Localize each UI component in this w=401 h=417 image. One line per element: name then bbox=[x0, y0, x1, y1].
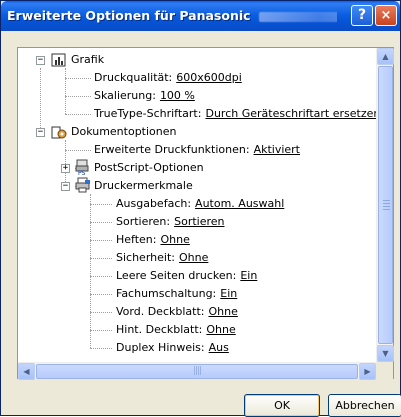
setting-value-link[interactable]: Sortieren bbox=[174, 213, 224, 231]
postscript-icon: PS bbox=[75, 159, 91, 177]
setting-label: TrueType-Schriftart: bbox=[94, 107, 202, 120]
grip-line bbox=[383, 209, 390, 210]
collapse-grafik-expander[interactable]: − bbox=[36, 56, 45, 65]
scroll-left-button[interactable]: ◀ bbox=[18, 363, 35, 380]
setting-value-link[interactable]: Ohne bbox=[208, 303, 237, 321]
druckermerkmale-label: Druckermerkmale bbox=[94, 179, 193, 192]
setting-label: Vord. Deckblatt: bbox=[116, 305, 205, 318]
setting-label: Erweiterte Druckfunktionen: bbox=[94, 143, 250, 156]
grip-line bbox=[383, 200, 390, 201]
tree-line bbox=[90, 258, 112, 259]
setting-value-link[interactable]: Autom. Auswahl bbox=[195, 195, 284, 213]
setting-value-link[interactable]: Ohne bbox=[206, 321, 235, 339]
tree-line bbox=[65, 150, 91, 151]
tree-item-postscript-optionen[interactable]: PostScript-Optionen bbox=[94, 159, 204, 177]
grip-line bbox=[383, 206, 390, 207]
collapse-druckermerkmale-expander[interactable]: − bbox=[61, 182, 70, 191]
setting-value-link[interactable]: Aktiviert bbox=[254, 141, 300, 159]
title-bar[interactable]: Erweiterte Optionen für Panasonic ? × bbox=[1, 1, 400, 31]
scroll-right-button[interactable]: ▶ bbox=[359, 363, 376, 380]
setting-label: Fachumschaltung: bbox=[116, 287, 217, 300]
tree-line bbox=[90, 330, 112, 331]
tree-item-skalierung[interactable]: Skalierung: 100 % bbox=[94, 87, 195, 105]
dokumentoptionen-label: Dokumentoptionen bbox=[71, 125, 177, 138]
tree-line bbox=[65, 68, 66, 114]
collapse-dokumentoptionen-expander[interactable]: − bbox=[36, 128, 45, 137]
scroll-down-button[interactable]: ▼ bbox=[377, 345, 394, 362]
setting-label: Ausgabefach: bbox=[116, 197, 192, 210]
setting-label: Heften: bbox=[116, 233, 157, 246]
grafik-label: Grafik bbox=[71, 53, 105, 66]
tree-line bbox=[90, 204, 112, 205]
tree-item-erweiterte-druckfunktionen[interactable]: Erweiterte Druckfunktionen: Aktiviert bbox=[94, 141, 300, 159]
tree-line bbox=[90, 348, 112, 349]
window-title-text: Erweiterte Optionen für Panasonic bbox=[7, 8, 251, 23]
tree-item-heften[interactable]: Heften: Ohne bbox=[116, 231, 190, 249]
tree-line bbox=[65, 78, 91, 79]
printer-features-icon bbox=[75, 177, 91, 193]
tree-item-sortieren[interactable]: Sortieren: Sortieren bbox=[116, 213, 225, 231]
tree-line bbox=[90, 276, 112, 277]
tree-item-druckermerkmale[interactable]: Druckermerkmale bbox=[94, 177, 193, 195]
window-title: Erweiterte Optionen für Panasonic bbox=[7, 8, 337, 24]
tree-line bbox=[40, 68, 41, 130]
tree-item-hint-deckblatt[interactable]: Hint. Deckblatt: Ohne bbox=[116, 321, 236, 339]
horizontal-scroll-thumb[interactable]: |||| bbox=[36, 364, 358, 379]
grip-line bbox=[383, 203, 390, 204]
tree-item-grafik[interactable]: Grafik bbox=[71, 51, 104, 69]
setting-value-link[interactable]: Ohne bbox=[160, 231, 189, 249]
setting-value-link[interactable]: Aus bbox=[209, 339, 229, 357]
tree-item-fachumschaltung[interactable]: Fachumschaltung: Ein bbox=[116, 285, 237, 303]
tree-view: − Grafik Druckqualität: 600x600dpi Skalie… bbox=[18, 48, 376, 362]
document-options-icon bbox=[51, 124, 67, 140]
options-tree: − Grafik Druckqualität: 600x600dpi Skalie… bbox=[17, 47, 394, 380]
tree-line bbox=[90, 294, 112, 295]
setting-value-link[interactable]: Ein bbox=[240, 267, 257, 285]
expand-postscript-expander[interactable]: + bbox=[61, 164, 70, 173]
close-button[interactable]: × bbox=[375, 5, 397, 26]
setting-label: Sicherheit: bbox=[116, 251, 175, 264]
vertical-scroll-thumb[interactable] bbox=[378, 66, 393, 344]
setting-label: Duplex Hinweis: bbox=[116, 341, 205, 354]
tree-item-truetype[interactable]: TrueType-Schriftart: Durch Geräteschrifta… bbox=[94, 105, 376, 123]
setting-value-link[interactable]: Durch Geräteschriftart ersetzen bbox=[205, 105, 376, 123]
setting-value-link[interactable]: Ohne bbox=[179, 249, 208, 267]
tree-line bbox=[90, 312, 112, 313]
tree-line bbox=[90, 222, 112, 223]
tree-item-duplex-hinweis[interactable]: Duplex Hinweis: Aus bbox=[116, 339, 229, 357]
tree-item-vord-deckblatt[interactable]: Vord. Deckblatt: Ohne bbox=[116, 303, 238, 321]
scroll-corner bbox=[376, 362, 393, 379]
setting-label: Skalierung: bbox=[94, 89, 156, 102]
tree-line bbox=[90, 194, 91, 348]
setting-value-link[interactable]: Ein bbox=[220, 285, 237, 303]
horizontal-scrollbar[interactable]: ◀ |||| ▶ bbox=[18, 362, 376, 380]
tree-item-ausgabefach[interactable]: Ausgabefach: Autom. Auswahl bbox=[116, 195, 284, 213]
setting-label: Leere Seiten drucken: bbox=[116, 269, 237, 282]
tree-item-leere-seiten[interactable]: Leere Seiten drucken: Ein bbox=[116, 267, 257, 285]
svg-text:PS: PS bbox=[78, 170, 86, 175]
setting-label: Sortieren: bbox=[116, 215, 171, 228]
tree-line bbox=[65, 114, 91, 115]
tree-item-sicherheit[interactable]: Sicherheit: Ohne bbox=[116, 249, 208, 267]
setting-value-link[interactable]: 100 % bbox=[160, 87, 195, 105]
tree-line bbox=[65, 96, 91, 97]
setting-label: Hint. Deckblatt: bbox=[116, 323, 203, 336]
tree-line bbox=[90, 240, 112, 241]
dialog-window: Erweiterte Optionen für Panasonic ? × − bbox=[0, 0, 401, 417]
tree-item-druckqualitaet[interactable]: Druckqualität: 600x600dpi bbox=[94, 69, 242, 87]
setting-value-link[interactable]: 600x600dpi bbox=[176, 69, 242, 87]
setting-label: Druckqualität: bbox=[94, 71, 173, 84]
help-button[interactable]: ? bbox=[351, 5, 373, 26]
vertical-scrollbar[interactable]: ▲ ▼ bbox=[376, 48, 394, 362]
cancel-button[interactable]: Abbrechen bbox=[328, 394, 401, 417]
ok-button[interactable]: OK bbox=[244, 394, 320, 417]
redacted-model-name bbox=[258, 11, 337, 22]
postscript-label: PostScript-Optionen bbox=[94, 161, 204, 174]
tree-item-dokumentoptionen[interactable]: Dokumentoptionen bbox=[71, 123, 177, 141]
scroll-up-button[interactable]: ▲ bbox=[377, 48, 394, 65]
graphics-icon bbox=[51, 52, 67, 68]
